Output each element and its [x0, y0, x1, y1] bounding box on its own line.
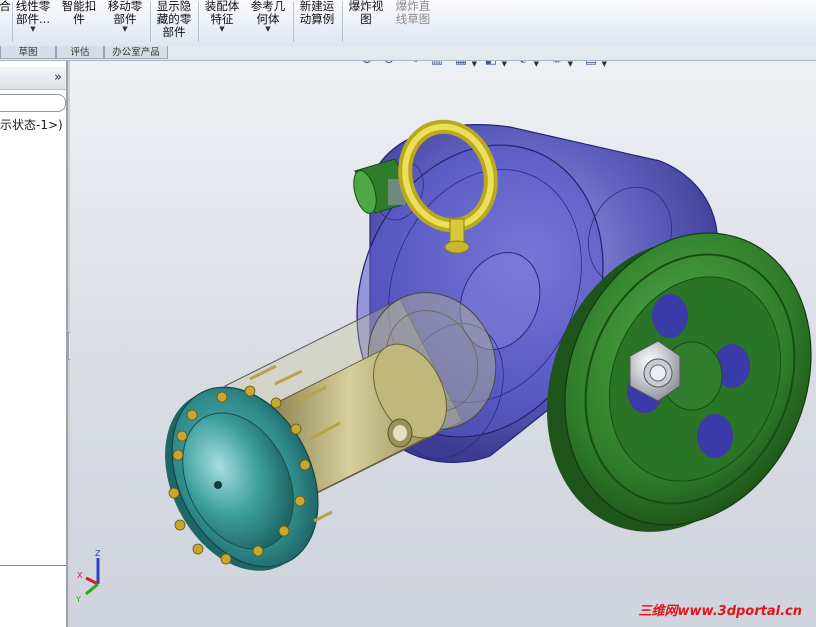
- hide-show-items-icon[interactable]: ❦▼: [514, 61, 539, 69]
- feature-manager-panel: » 示状态-1>): [0, 61, 68, 627]
- previous-view-icon[interactable]: ✎: [404, 61, 422, 69]
- chevron-down-icon[interactable]: ▼: [502, 61, 507, 73]
- configuration-display-state[interactable]: 示状态-1>): [0, 116, 63, 133]
- zoom-to-fit-icon[interactable]: ⊕: [358, 61, 376, 69]
- panel-divider: [0, 565, 66, 566]
- view-orientation-icon[interactable]: ▦▼: [452, 61, 477, 69]
- zoom-to-area-icon[interactable]: ⊙: [380, 61, 398, 69]
- command-ribbon: 合 线性零 部件... ▼ 智能扣 件 移动零 部件 ▼ 显示隐 藏的零 部件 …: [0, 0, 816, 47]
- linear-pattern-label: 线性零 部件...: [15, 0, 51, 26]
- tab-evaluate[interactable]: 评估: [56, 46, 104, 59]
- apply-scene-icon[interactable]: ▤▼: [582, 61, 607, 69]
- hide-show-glyph: ❦: [518, 61, 529, 67]
- show-hidden-components-button[interactable]: 显示隐 藏的零 部件: [152, 0, 196, 44]
- show-hidden-label: 显示隐 藏的零 部件: [156, 0, 192, 39]
- collapse-panel-icon[interactable]: »: [54, 70, 62, 86]
- move-component-label: 移动零 部件: [107, 0, 143, 26]
- ribbon-separator: [293, 2, 294, 42]
- new-motion-study-button[interactable]: 新建运 动算例: [295, 0, 339, 44]
- exploded-view-label: 爆炸视 图: [348, 0, 384, 26]
- ribbon-separator: [198, 2, 199, 42]
- triad-x-axis: [85, 576, 99, 586]
- triad-y-label: Y: [75, 595, 81, 604]
- mate-button[interactable]: 合: [0, 0, 12, 44]
- explode-line-sketch-label: 爆炸直 线草图: [395, 0, 431, 26]
- linear-pattern-button[interactable]: 线性零 部件... ▼: [12, 0, 54, 44]
- edit-appearance-glyph: ✺: [552, 61, 563, 67]
- chevron-down-icon[interactable]: ▼: [534, 61, 539, 73]
- site-watermark: 三维网www.3dportal.cn: [638, 604, 802, 619]
- smart-fasteners-label: 智能扣 件: [61, 0, 97, 26]
- new-motion-study-label: 新建运 动算例: [299, 0, 335, 26]
- chevron-down-icon[interactable]: ▼: [200, 26, 244, 33]
- chevron-down-icon[interactable]: ▼: [103, 26, 147, 33]
- tab-office-products[interactable]: 办公室产品: [104, 46, 168, 59]
- explode-line-sketch-button[interactable]: 爆炸直 线草图: [390, 0, 436, 44]
- assembly-model: [165, 119, 812, 571]
- tab-sketch[interactable]: 草图: [0, 46, 56, 59]
- reference-triad: Z X Y: [75, 549, 101, 604]
- ribbon-separator: [150, 2, 151, 42]
- chevron-down-icon[interactable]: ▼: [472, 61, 477, 73]
- assembly-features-button[interactable]: 装配体 特征 ▼: [200, 0, 244, 44]
- chevron-down-icon[interactable]: ▼: [246, 26, 290, 33]
- reference-geometry-button[interactable]: 参考几 何体 ▼: [246, 0, 290, 44]
- view-orientation-glyph: ▦: [455, 61, 467, 67]
- command-tabs: 草图 评估 办公室产品: [0, 46, 816, 61]
- triad-x-label: X: [77, 571, 83, 580]
- edit-appearance-icon[interactable]: ✺▼: [548, 61, 573, 69]
- triad-z-label: Z: [95, 549, 101, 558]
- move-component-button[interactable]: 移动零 部件 ▼: [103, 0, 147, 44]
- feature-filter-input[interactable]: [0, 94, 66, 112]
- smart-fasteners-button[interactable]: 智能扣 件: [57, 0, 101, 44]
- display-style-icon[interactable]: ◧▼: [482, 61, 507, 69]
- display-style-glyph: ◧: [485, 61, 497, 67]
- apply-scene-glyph: ▤: [585, 61, 597, 67]
- ribbon-separator: [342, 2, 343, 42]
- triad-y-axis: [85, 582, 99, 596]
- assembly-features-label: 装配体 特征: [204, 0, 240, 26]
- reference-geometry-label: 参考几 何体: [250, 0, 286, 26]
- panel-header: »: [0, 67, 66, 90]
- chevron-down-icon[interactable]: ▼: [12, 26, 54, 33]
- section-view-icon[interactable]: ▥: [428, 61, 446, 69]
- graphics-viewport[interactable]: ⊕ ⊙ ✎ ▥ ▦▼ ◧▼ ❦▼ ✺▼ ▤▼ 三维网www.3dportal.c…: [70, 61, 816, 627]
- chevron-down-icon[interactable]: ▼: [602, 61, 607, 73]
- exploded-view-button[interactable]: 爆炸视 图: [344, 0, 388, 44]
- mate-button-label: 合: [0, 0, 11, 13]
- chevron-down-icon[interactable]: ▼: [568, 61, 573, 73]
